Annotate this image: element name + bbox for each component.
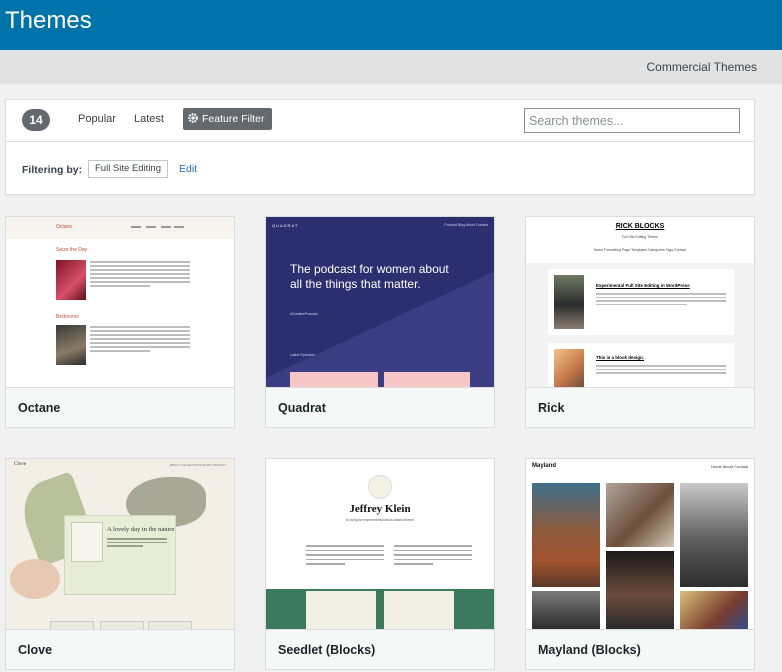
feature-filter-label: Feature Filter: [202, 113, 265, 125]
theme-card-mayland[interactable]: Mayland Home About Contact Mayland (Bloc…: [525, 458, 755, 670]
preview-subtitle: is using an experimental block-based the…: [345, 518, 415, 522]
theme-name: Quadrat: [266, 387, 494, 427]
preview-box-title: A lovely day in the nature: [107, 526, 175, 533]
theme-name: Mayland (Blocks): [526, 629, 754, 669]
preview-nav: ABOUT COLLECTIONS SHOP CONTACT: [169, 463, 226, 467]
theme-card-octane[interactable]: Octane Seize the Day Bedrooms Octane: [5, 216, 235, 428]
preview-menu: Podcast Blog About Contact: [444, 223, 488, 227]
admin-header: Themes: [0, 0, 782, 50]
theme-count-badge: 14: [22, 109, 50, 131]
commercial-themes-link[interactable]: Commercial Themes: [647, 60, 757, 74]
preview-logo: QUADRAT: [272, 223, 299, 228]
preview-post-title: Bedrooms: [56, 314, 79, 320]
preview-title: Jeffrey Klein: [349, 503, 411, 515]
filter-bar-top-row: 14 Popular Latest Feature Filter: [6, 100, 754, 142]
theme-card-clove[interactable]: Clove ABOUT COLLECTIONS SHOP CONTACT A l…: [5, 458, 235, 670]
theme-card-quadrat[interactable]: QUADRAT Podcast Blog About Contact The p…: [265, 216, 495, 428]
preview-logo: Octane: [56, 224, 73, 230]
theme-name: Clove: [6, 629, 234, 669]
edit-filters-link[interactable]: Edit: [179, 163, 197, 175]
preview-tagline: #CreativePodcast: [290, 312, 318, 316]
theme-screenshot: Clove ABOUT COLLECTIONS SHOP CONTACT A l…: [6, 459, 234, 630]
filter-tag: Full Site Editing: [88, 160, 169, 178]
preview-subtitle: Full Site Editing Theme: [621, 235, 659, 239]
theme-name: Rick: [526, 387, 754, 427]
gear-icon: [188, 113, 198, 123]
preview-logo: RICK BLOCKS: [615, 223, 665, 230]
theme-screenshot: RICK BLOCKS Full Site Editing Theme Home…: [526, 217, 754, 388]
preview-nav: Home Formatting Page Templates Categorie…: [593, 248, 687, 252]
preview-post-title: This is a block design.: [596, 355, 645, 360]
theme-screenshot: QUADRAT Podcast Blog About Contact The p…: [266, 217, 494, 388]
theme-name: Seedlet (Blocks): [266, 629, 494, 669]
theme-card-seedlet[interactable]: Jeffrey Klein is using an experimental b…: [265, 458, 495, 670]
sub-navigation: Commercial Themes: [0, 50, 782, 84]
tab-popular[interactable]: Popular: [78, 113, 116, 125]
theme-name: Octane: [6, 387, 234, 427]
preview-logo: Clove: [14, 462, 26, 467]
preview-post-title: Experimental Full Site Editing in WordPr…: [596, 283, 690, 288]
filtering-by-label: Filtering by:: [22, 164, 83, 176]
theme-filter-bar: 14 Popular Latest Feature Filter Filteri…: [5, 99, 755, 195]
preview-logo: Mayland: [532, 463, 557, 469]
tab-latest[interactable]: Latest: [134, 113, 164, 125]
theme-screenshot: Mayland Home About Contact: [526, 459, 754, 630]
preview-post-title: Seize the Day: [56, 247, 88, 253]
theme-screenshot: Octane Seize the Day Bedrooms: [6, 217, 234, 388]
page-title: Themes: [5, 7, 92, 34]
preview-nav: Home About Contact: [711, 464, 748, 469]
theme-card-rick[interactable]: RICK BLOCKS Full Site Editing Theme Home…: [525, 216, 755, 428]
preview-headline: The podcast for women about all the thin…: [290, 262, 449, 291]
preview-latest: Latest Episodes: [290, 353, 315, 357]
theme-screenshot: Jeffrey Klein is using an experimental b…: [266, 459, 494, 630]
search-themes-input[interactable]: [524, 108, 740, 133]
feature-filter-button[interactable]: Feature Filter: [183, 108, 272, 130]
